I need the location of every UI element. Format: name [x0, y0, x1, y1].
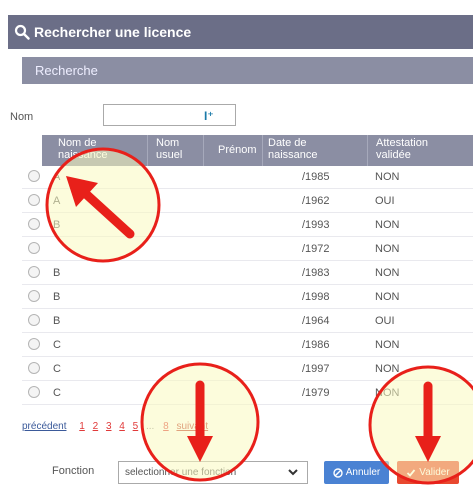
table-row[interactable]: A/1985 NON [22, 166, 473, 189]
row-date-naissance: /1964 [302, 315, 330, 327]
row-date-naissance: /1985 [302, 171, 330, 183]
row-attestation: NON [375, 267, 400, 279]
row-radio[interactable] [28, 338, 40, 350]
nom-input[interactable]: I⁺ [103, 104, 236, 126]
row-radio[interactable] [28, 218, 40, 230]
row-attestation: NON [375, 243, 400, 255]
page-4[interactable]: 4 [119, 421, 125, 432]
row-date-naissance: /1979 [302, 387, 330, 399]
row-nom-naissance: C [53, 339, 61, 351]
row-radio[interactable] [28, 242, 40, 254]
row-nom-naissance: A [53, 171, 61, 183]
row-nom-naissance: C [53, 363, 61, 375]
dialog-title: Rechercher une licence [34, 24, 192, 40]
row-date-naissance: /1997 [302, 363, 330, 375]
table-row[interactable]: C/1979 NON [22, 382, 473, 405]
search-icon [14, 24, 30, 40]
search-license-dialog: Rechercher une licence Recherche Nom I⁺ … [0, 0, 473, 495]
table-row[interactable]: B/1998 NON [22, 286, 473, 309]
table-row[interactable]: /1972 NON [22, 238, 473, 261]
fonction-select[interactable]: selectionner une fonction [118, 461, 308, 484]
row-date-naissance: /1962 [302, 195, 330, 207]
row-date-naissance: /1998 [302, 291, 330, 303]
row-nom-naissance: C [53, 387, 61, 399]
row-radio[interactable] [28, 362, 40, 374]
row-attestation: NON [375, 339, 400, 351]
row-attestation: OUI [375, 195, 395, 207]
nom-label: Nom [10, 111, 34, 123]
validate-label: Valider [419, 467, 450, 478]
row-date-naissance: /1983 [302, 267, 330, 279]
pagination-ellipsis: ... [145, 421, 155, 432]
row-radio[interactable] [28, 290, 40, 302]
cancel-circle-icon [333, 467, 343, 478]
pagination: précédent 1 2 3 4 5 ... 8 suivant [22, 421, 213, 432]
col-attestation[interactable]: Attestation validée [376, 137, 451, 161]
row-date-naissance: /1986 [302, 339, 330, 351]
row-attestation: NON [375, 363, 400, 375]
row-attestation: NON [375, 291, 400, 303]
validate-button[interactable]: Valider [397, 461, 459, 484]
row-nom-naissance: B [53, 219, 61, 231]
text-cursor-icon: I⁺ [204, 109, 214, 123]
row-nom-naissance: B [53, 315, 61, 327]
fonction-label: Fonction [52, 465, 95, 477]
col-nom-naissance[interactable]: Nom de naissance [58, 137, 118, 161]
row-radio[interactable] [28, 194, 40, 206]
table-row[interactable]: A/1962 OUI [22, 190, 473, 213]
row-radio[interactable] [28, 170, 40, 182]
row-attestation: NON [375, 171, 400, 183]
col-date-naissance[interactable]: Date de naissance [268, 137, 328, 161]
table-row[interactable]: C/1997 NON [22, 358, 473, 381]
page-3[interactable]: 3 [106, 421, 112, 432]
row-attestation: NON [375, 219, 400, 231]
fonction-select-value: selectionner une fonction [125, 467, 237, 478]
results-table-header: Nom de naissance Nom usuel Prénom Date d… [42, 135, 473, 166]
table-row[interactable]: B/1964 OUI [22, 310, 473, 333]
page-2[interactable]: 2 [93, 421, 99, 432]
row-radio[interactable] [28, 266, 40, 278]
row-nom-naissance: B [53, 291, 61, 303]
chevron-down-icon [288, 469, 298, 476]
row-nom-naissance: A [53, 195, 61, 207]
col-prenom[interactable]: Prénom [218, 144, 257, 156]
page-5[interactable]: 5 [133, 421, 139, 432]
row-radio[interactable] [28, 386, 40, 398]
dialog-title-bar: Rechercher une licence [8, 15, 473, 49]
table-row[interactable]: B/1983 NON [22, 262, 473, 285]
cancel-button[interactable]: Annuler [324, 461, 389, 484]
row-date-naissance: /1993 [302, 219, 330, 231]
page-8[interactable]: 8 [163, 421, 169, 432]
pagination-next[interactable]: suivant [176, 421, 208, 432]
search-section-header: Recherche [22, 57, 473, 84]
pagination-previous[interactable]: précédent [22, 421, 66, 432]
check-icon [407, 468, 416, 477]
cancel-label: Annuler [345, 467, 381, 478]
table-row[interactable]: C/1986 NON [22, 334, 473, 357]
col-nom-usuel[interactable]: Nom usuel [156, 137, 196, 161]
row-date-naissance: /1972 [302, 243, 330, 255]
row-nom-naissance: B [53, 267, 61, 279]
row-attestation: OUI [375, 315, 395, 327]
page-1[interactable]: 1 [79, 421, 85, 432]
table-row[interactable]: B/1993 NON [22, 214, 473, 237]
row-attestation: NON [375, 387, 400, 399]
row-radio[interactable] [28, 314, 40, 326]
section-title: Recherche [35, 63, 98, 78]
